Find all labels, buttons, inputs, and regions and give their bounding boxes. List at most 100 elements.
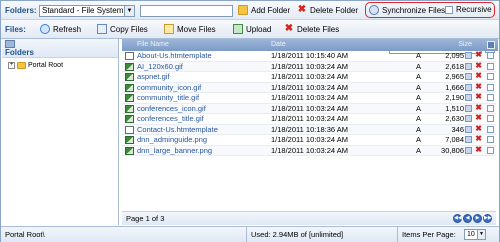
table-row[interactable]: About-Us.htmtemplate 1/18/2011 10:15:40 A…	[122, 50, 496, 62]
folder-name-input[interactable]	[140, 5, 233, 17]
file-size: 1,666	[445, 82, 464, 92]
file-attributes: A	[416, 103, 422, 113]
refresh-icon	[40, 24, 50, 34]
delete-icon[interactable]: ✖	[475, 82, 482, 92]
row-checkbox[interactable]	[487, 83, 494, 91]
delete-files-button[interactable]: ✖ Delete Files	[284, 24, 339, 34]
next-page-icon[interactable]: ▶	[473, 214, 482, 223]
file-attributes: A	[416, 145, 422, 155]
table-row[interactable]: aspnet.gif 1/18/2011 10:03:24 AM A 2,965 ✖	[122, 71, 496, 83]
table-row[interactable]: conferences_icon.gif 1/18/2011 10:03:24 A…	[122, 103, 496, 114]
row-checkbox[interactable]	[487, 136, 494, 143]
file-name[interactable]: AI_120x60.gif	[137, 62, 183, 72]
table-row[interactable]: community_title.gif 1/18/2011 10:03:24 AM…	[122, 92, 496, 104]
file-name[interactable]: dnn_adminguide.png	[137, 135, 207, 145]
synchronize-files-label: Synchronize Files	[382, 5, 446, 15]
delete-icon[interactable]: ✖	[475, 71, 482, 81]
files-toolbar: Files: Refresh Copy Files Move Files Upl…	[1, 20, 499, 54]
edit-icon[interactable]	[465, 136, 472, 143]
edit-icon[interactable]	[465, 73, 472, 80]
chevron-down-icon[interactable]: ▼	[124, 6, 134, 16]
edit-icon[interactable]	[465, 52, 472, 59]
last-page-icon[interactable]: ▶▶	[483, 214, 492, 223]
current-path: Portal Root\	[5, 230, 45, 239]
table-row[interactable]: dnn_adminguide.png 1/18/2011 10:03:24 AM A…	[122, 134, 496, 146]
file-attributes: A	[416, 82, 422, 92]
row-checkbox[interactable]	[487, 73, 494, 80]
delete-folder-button[interactable]: ✖ Delete Folder	[297, 5, 358, 15]
folders-toolbar: Folders: Standard - File System ▼ Add Fo…	[1, 1, 499, 20]
first-page-icon[interactable]: ◀◀	[453, 214, 462, 223]
file-name[interactable]: About-Us.htmtemplate	[137, 51, 212, 61]
column-date[interactable]: Date	[271, 39, 286, 51]
edit-icon[interactable]	[465, 94, 472, 101]
chevron-down-icon[interactable]: ▼	[477, 230, 485, 239]
file-attributes: A	[416, 72, 422, 81]
table-row[interactable]: dnn_large_banner.png 1/18/2011 10:03:24 A…	[122, 145, 496, 156]
row-checkbox[interactable]	[487, 104, 494, 112]
table-row[interactable]: Contact-Us.htmtemplate 1/18/2011 10:18:36…	[122, 124, 496, 135]
delete-icon[interactable]: ✖	[475, 145, 482, 155]
column-size[interactable]: Size	[458, 39, 472, 51]
file-attributes: A	[416, 61, 422, 71]
status-divider	[397, 227, 398, 242]
tree-item-portal-root[interactable]: + Portal Root	[8, 62, 63, 69]
file-name[interactable]: conferences_icon.gif	[137, 104, 206, 114]
previous-page-icon[interactable]: ◀	[463, 214, 472, 223]
refresh-label: Refresh	[53, 24, 82, 34]
file-date: 1/18/2011 10:03:24 AM	[271, 93, 349, 102]
row-checkbox[interactable]	[487, 146, 494, 154]
move-files-button[interactable]: Move Files	[164, 24, 216, 34]
row-checkbox[interactable]	[487, 125, 494, 133]
recursive-checkbox[interactable]: Recursive	[445, 5, 492, 14]
synchronize-files-button[interactable]: Synchronize Files	[369, 5, 445, 15]
delete-icon[interactable]: ✖	[475, 124, 482, 134]
row-checkbox[interactable]	[487, 115, 494, 122]
file-icon	[125, 52, 134, 60]
edit-icon[interactable]	[465, 115, 472, 122]
file-name[interactable]: community_icon.gif	[137, 83, 201, 93]
add-folder-label: Add Folder	[251, 5, 291, 15]
edit-icon[interactable]	[465, 83, 472, 91]
file-date: 1/18/2011 10:18:36 AM	[271, 124, 349, 134]
file-date: 1/18/2011 10:03:24 AM	[271, 114, 349, 123]
row-checkbox[interactable]	[487, 62, 494, 70]
column-file-name[interactable]: File Name	[137, 39, 169, 51]
edit-icon[interactable]	[465, 146, 472, 154]
delete-icon[interactable]: ✖	[475, 92, 482, 102]
recursive-check-box[interactable]	[445, 5, 453, 14]
file-date: 1/18/2011 10:03:24 AM	[271, 72, 349, 81]
image-file-icon	[125, 104, 134, 113]
delete-icon[interactable]: ✖	[475, 113, 482, 123]
file-name[interactable]: aspnet.gif	[137, 72, 170, 82]
delete-icon[interactable]: ✖	[475, 103, 482, 113]
add-folder-button[interactable]: Add Folder	[238, 5, 290, 15]
delete-icon[interactable]: ✖	[475, 61, 482, 71]
edit-icon[interactable]	[465, 104, 472, 112]
items-per-page-select[interactable]: 10 ▼	[464, 229, 486, 240]
file-name[interactable]: Contact-Us.htmtemplate	[137, 125, 218, 135]
file-name[interactable]: community_title.gif	[137, 93, 199, 103]
pager: ◀◀ ◀ ▶ ▶▶	[453, 214, 492, 223]
delete-icon[interactable]: ✖	[475, 134, 482, 144]
file-rows: About-Us.htmtemplate 1/18/2011 10:15:40 A…	[122, 50, 496, 156]
file-date: 1/18/2011 10:03:24 AM	[271, 61, 349, 71]
delete-files-label: Delete Files	[297, 24, 340, 34]
expand-icon[interactable]: +	[8, 62, 15, 69]
copy-files-button[interactable]: Copy Files	[97, 24, 148, 34]
upload-button[interactable]: Upload	[233, 24, 271, 34]
row-checkbox[interactable]	[487, 52, 494, 59]
table-row[interactable]: AI_120x60.gif 1/18/2011 10:03:24 AM A 2,618…	[122, 61, 496, 72]
delete-icon[interactable]: ✖	[475, 50, 482, 60]
refresh-button[interactable]: Refresh	[40, 24, 81, 34]
select-all-icon[interactable]	[487, 41, 495, 49]
table-row[interactable]: conferences_title.gif 1/18/2011 10:03:24 …	[122, 113, 496, 125]
edit-icon[interactable]	[465, 62, 472, 70]
file-name[interactable]: dnn_large_banner.png	[137, 146, 212, 156]
row-checkbox[interactable]	[487, 94, 494, 101]
edit-icon[interactable]	[465, 125, 472, 133]
image-file-icon	[125, 115, 134, 123]
file-name[interactable]: conferences_title.gif	[137, 114, 204, 124]
folder-provider-select[interactable]: Standard - File System ▼	[39, 5, 135, 17]
table-row[interactable]: community_icon.gif 1/18/2011 10:03:24 AM A…	[122, 82, 496, 93]
